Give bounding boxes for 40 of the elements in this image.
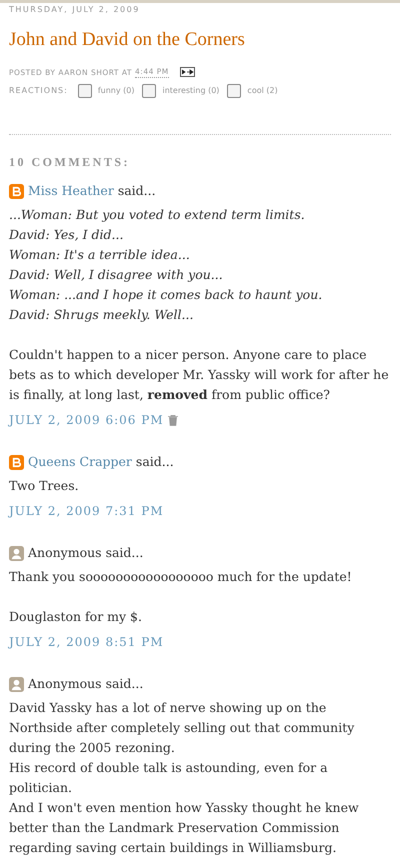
author-name: Anonymous [28, 544, 102, 562]
comment-text: Woman: It's a terrible idea... [9, 246, 191, 264]
reaction-checkbox[interactable] [227, 84, 242, 98]
said-text: said... [106, 675, 144, 694]
date-header: THURSDAY, JULY 2, 2009 [9, 4, 141, 16]
comment-text: Couldn't happen to a nicer person. Anyone care to place bets as to which developer Mr. Yassky will work for after he is finally, at long last, removed from public office? [9, 346, 390, 404]
author-link[interactable]: Miss Heather [28, 181, 114, 202]
email-post-icon[interactable] [180, 67, 195, 78]
trash-icon[interactable] [168, 414, 178, 426]
reaction-label: cool (2) [247, 85, 278, 98]
comment-timestamp-link[interactable]: JULY 2, 2009 7:31 PM [9, 501, 164, 522]
comment-text: Woman: ...and I hope it comes back to haunt you. [9, 286, 324, 304]
said-text: said... [106, 544, 144, 562]
comment-text: Douglaston for my $. [9, 608, 143, 626]
reaction-checkbox[interactable] [142, 84, 156, 98]
comment-text: His record of double talk is astounding, even for a politician. [9, 759, 329, 798]
reaction-checkbox[interactable] [78, 84, 92, 98]
said-text: said... [136, 453, 174, 472]
comment-text: David: Well, I disagree with you... [9, 266, 224, 284]
user-icon [9, 676, 24, 692]
blogger-icon [9, 454, 24, 470]
comment-text: Thank you sooooooooooooooooo much for the update! [9, 568, 353, 586]
reaction-label: interesting (0) [162, 85, 220, 98]
post-title: John and David on the Corners [9, 28, 246, 52]
comments-header: 10 COMMENTS: [9, 154, 131, 172]
user-icon [9, 546, 24, 561]
comment-text: ...Woman: But you voted to extend term limits. [9, 206, 306, 224]
comment-text: David: Yes, I did... [9, 226, 124, 244]
comment-text: David: Shrugs meekly. Well... [9, 306, 194, 324]
author-link[interactable]: Queens Crapper [28, 452, 132, 472]
comment-text: And I won't even mention how Yassky thought he knew better than the Landmark Preservation Commission regarding saving certain buildings in Williamsburg. [9, 799, 360, 858]
blogger-icon [9, 184, 24, 199]
reaction-label: funny (0) [98, 85, 134, 98]
comment-text: Two Trees. [9, 477, 80, 496]
reactions-label: REACTIONS: [9, 85, 68, 98]
author-name: Anonymous [28, 675, 102, 694]
comment-timestamp-link[interactable]: JULY 2, 2009 8:51 PM [9, 632, 164, 652]
said-text: said... [118, 182, 156, 200]
comment-text: David Yassky has a lot of nerve showing up on the Northside after completely selling out that community during the 2005 rezoning. [9, 699, 356, 758]
comment-timestamp-link[interactable]: JULY 2, 2009 6:06 PM [9, 410, 164, 430]
